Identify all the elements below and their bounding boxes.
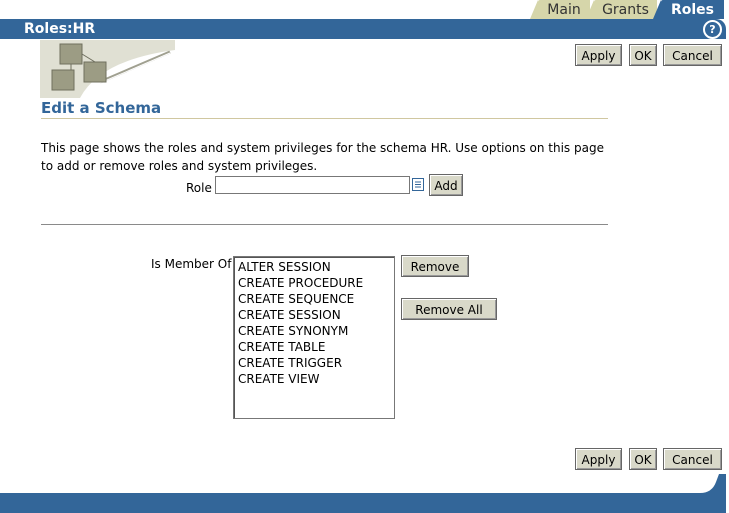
- ok-button[interactable]: OK: [629, 44, 657, 66]
- add-role-button[interactable]: Add: [429, 174, 463, 196]
- ok-button-bottom[interactable]: OK: [629, 448, 657, 470]
- list-of-values-icon[interactable]: [412, 178, 424, 191]
- header-title: Roles:HR: [24, 21, 96, 37]
- cancel-button[interactable]: Cancel: [663, 44, 722, 66]
- list-item[interactable]: CREATE TRIGGER: [238, 355, 394, 371]
- remove-button[interactable]: Remove: [401, 255, 469, 277]
- apply-button[interactable]: Apply: [575, 44, 622, 66]
- member-of-listbox[interactable]: ALTER SESSION CREATE PROCEDURE CREATE SE…: [233, 256, 395, 419]
- header-band: [0, 19, 726, 39]
- role-label: Role: [186, 181, 212, 195]
- page-description: This page shows the roles and system pri…: [41, 141, 604, 173]
- list-item[interactable]: CREATE SEQUENCE: [238, 291, 394, 307]
- is-member-of-label: Is Member Of: [151, 257, 232, 271]
- remove-all-button[interactable]: Remove All: [401, 298, 497, 320]
- title-divider: [41, 118, 608, 119]
- help-icon[interactable]: ?: [703, 20, 722, 39]
- page-title: Edit a Schema: [41, 99, 162, 117]
- list-item[interactable]: CREATE SYNONYM: [238, 323, 394, 339]
- schema-illustration-icon: [40, 40, 175, 98]
- list-item[interactable]: ALTER SESSION: [238, 259, 394, 275]
- list-item[interactable]: CREATE VIEW: [238, 371, 394, 387]
- list-item[interactable]: CREATE TABLE: [238, 339, 394, 355]
- tab-roles[interactable]: Roles: [653, 0, 724, 19]
- list-item[interactable]: CREATE PROCEDURE: [238, 275, 394, 291]
- footer-band: [0, 474, 726, 513]
- tab-grants[interactable]: Grants: [586, 0, 657, 19]
- cancel-button-bottom[interactable]: Cancel: [663, 448, 722, 470]
- tab-main[interactable]: Main: [530, 0, 590, 19]
- section-divider: [41, 224, 608, 225]
- list-item[interactable]: CREATE SESSION: [238, 307, 394, 323]
- apply-button-bottom[interactable]: Apply: [575, 448, 622, 470]
- role-input[interactable]: [215, 176, 410, 194]
